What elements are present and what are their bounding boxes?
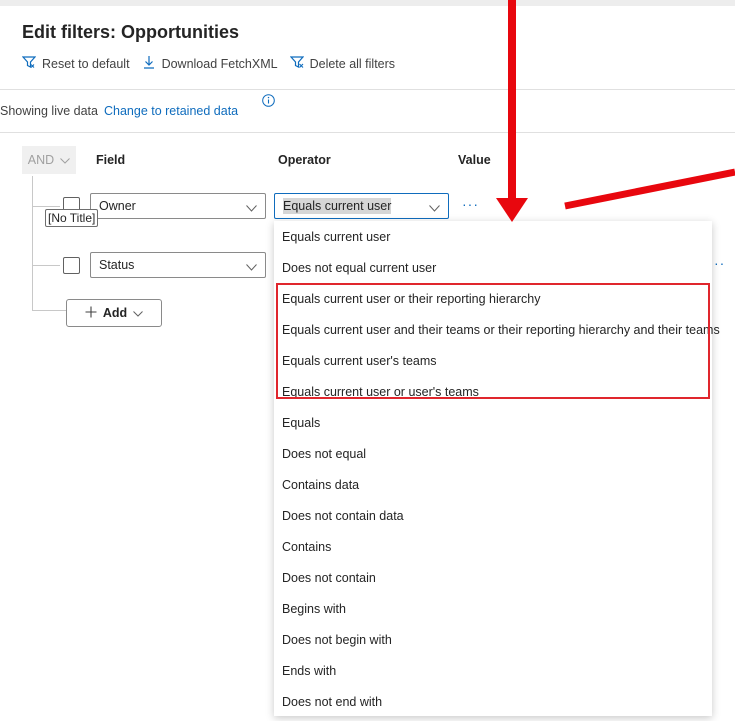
field-column-header: Field xyxy=(96,153,126,167)
chevron-down-icon xyxy=(60,153,71,167)
operator-select[interactable]: Equals current user xyxy=(274,193,449,219)
operator-option[interactable]: Does not contain data xyxy=(282,509,404,523)
operator-column-header: Operator xyxy=(278,153,331,167)
operator-option[interactable]: Equals xyxy=(282,416,320,430)
delete-label: Delete all filters xyxy=(309,56,396,71)
divider xyxy=(0,132,735,133)
operator-value: Equals current user xyxy=(283,198,392,214)
info-icon[interactable] xyxy=(262,94,275,112)
chevron-down-icon xyxy=(246,260,257,274)
field-value: Owner xyxy=(99,199,136,213)
operator-option[interactable]: Does not equal current user xyxy=(282,261,436,275)
operator-option[interactable]: Ends with xyxy=(282,664,336,678)
change-to-retained-link[interactable]: Change to retained data xyxy=(104,104,238,118)
data-mode-bar: Showing live data Change to retained dat… xyxy=(0,104,238,118)
download-label: Download FetchXML xyxy=(161,56,278,71)
plus-icon xyxy=(85,306,97,321)
operator-option[interactable]: Does not begin with xyxy=(282,633,392,647)
field-select-owner[interactable]: Owner xyxy=(90,193,266,219)
field-select-status[interactable]: Status xyxy=(90,252,266,278)
filter-delete-icon xyxy=(289,55,310,72)
add-button[interactable]: Add xyxy=(66,299,162,327)
more-options-icon[interactable]: ··· xyxy=(462,196,479,212)
chevron-down-icon xyxy=(246,201,257,215)
chevron-down-icon xyxy=(133,306,144,320)
reset-label: Reset to default xyxy=(42,56,130,71)
live-data-text: Showing live data xyxy=(0,104,98,118)
field-value: Status xyxy=(99,258,135,272)
filter-reset-icon xyxy=(21,55,42,72)
logic-label: AND xyxy=(27,153,55,167)
operator-option[interactable]: Equals current user xyxy=(282,230,390,244)
command-bar: Reset to default Download FetchXML Delet… xyxy=(21,55,407,72)
delete-all-filters-button[interactable]: Delete all filters xyxy=(289,55,396,72)
value-column-header: Value xyxy=(458,153,491,167)
reset-button[interactable]: Reset to default xyxy=(21,55,130,72)
tree-branch xyxy=(32,206,60,207)
page-title: Edit filters: Opportunities xyxy=(22,22,240,42)
operator-option[interactable]: Does not equal xyxy=(282,447,366,461)
divider xyxy=(0,89,735,90)
tooltip: [No Title] xyxy=(45,209,99,227)
operator-option[interactable]: Does not contain xyxy=(282,571,376,585)
highlight-box xyxy=(276,283,710,399)
more-options-icon[interactable]: ·· xyxy=(714,255,725,271)
download-icon xyxy=(142,55,162,72)
tree-branch xyxy=(32,265,60,266)
add-label: Add xyxy=(102,306,128,320)
chevron-down-icon xyxy=(429,201,440,215)
tree-branch xyxy=(32,310,66,311)
row-checkbox[interactable] xyxy=(63,257,80,274)
annotation-arrow-diagonal xyxy=(564,168,735,210)
operator-option[interactable]: Contains xyxy=(282,540,331,554)
logic-operator-select[interactable]: AND xyxy=(22,146,76,174)
operator-option[interactable]: Contains data xyxy=(282,478,359,492)
annotation-arrow-head xyxy=(496,198,528,222)
tree-line xyxy=(32,176,33,310)
download-fetchxml-button[interactable]: Download FetchXML xyxy=(142,55,278,72)
operator-option[interactable]: Does not end with xyxy=(282,695,382,709)
operator-option[interactable]: Begins with xyxy=(282,602,346,616)
annotation-arrow-shaft xyxy=(508,0,516,200)
